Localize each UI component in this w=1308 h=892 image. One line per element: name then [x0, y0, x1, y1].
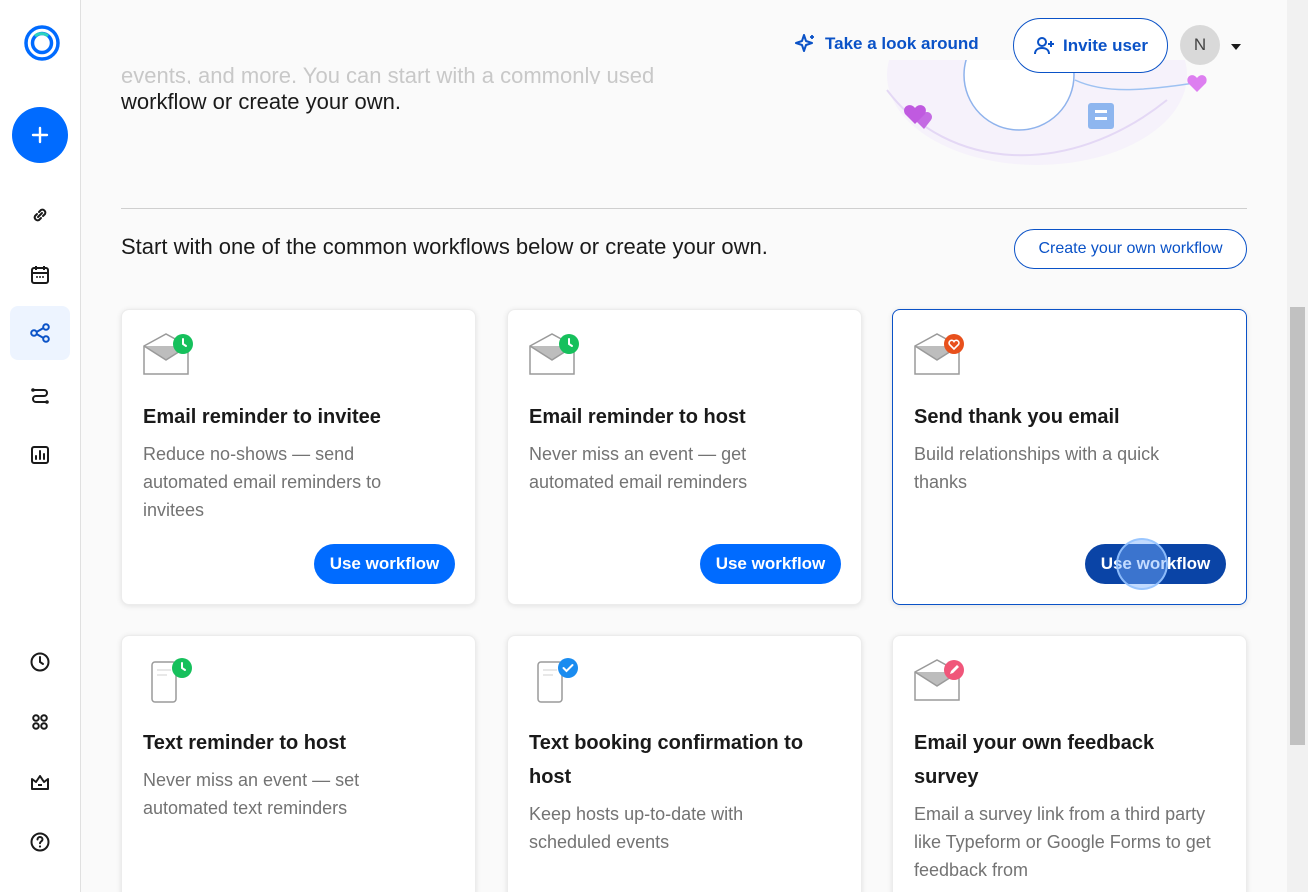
use-workflow-button[interactable]: Use workflow: [1085, 538, 1226, 590]
use-workflow-button[interactable]: Use workflow: [700, 544, 841, 584]
sidebar-item-help[interactable]: [10, 815, 70, 869]
phone-check-icon: [537, 658, 578, 703]
analytics-icon: [31, 446, 49, 464]
invite-label: Invite user: [1062, 35, 1149, 55]
sidebar-item-routing[interactable]: [10, 368, 70, 422]
card-title: Send thank you email: [914, 406, 1120, 428]
top-bar: Take a look around Invite user N: [81, 0, 1287, 82]
sidebar-item-admin[interactable]: [10, 755, 70, 809]
calendar-icon: [31, 266, 49, 284]
workflow-card[interactable]: Text reminder to host Never miss an even…: [121, 635, 476, 892]
take-a-look-around-link[interactable]: Take a look around: [795, 33, 979, 55]
card-title: Email your own feedback survey: [914, 732, 1155, 788]
card-title: Email reminder to host: [529, 406, 746, 428]
calendly-logo[interactable]: [23, 24, 61, 62]
card-title: Email reminder to invitee: [143, 406, 381, 428]
workflow-card[interactable]: Email your own feedback survey Email a s…: [892, 635, 1247, 892]
email-clock-icon: [143, 333, 193, 375]
card-title: Text booking confirmation to host: [529, 732, 804, 788]
workflow-card[interactable]: Email reminder to host Never miss an eve…: [507, 309, 862, 605]
card-description: Reduce no-shows — send automated email r…: [143, 444, 382, 520]
workflow-card[interactable]: Text booking confirmation to host Keep h…: [507, 635, 862, 892]
scrollbar-thumb[interactable]: [1290, 307, 1305, 745]
create-button[interactable]: [12, 107, 68, 163]
email-heart-icon: [914, 333, 964, 375]
apps-icon: [32, 714, 48, 730]
vertical-scrollbar[interactable]: [1287, 0, 1308, 892]
plus-icon: [31, 126, 49, 144]
routing-icon: [31, 388, 49, 404]
use-workflow-button[interactable]: Use workflow: [314, 544, 455, 584]
sparkle-icon: [795, 34, 814, 52]
intro-line: workflow or create your own.: [121, 89, 401, 114]
sidebar-item-integrations[interactable]: [10, 695, 70, 749]
sidebar-item-workflows[interactable]: [10, 306, 70, 360]
sidebar-item-analytics[interactable]: [10, 428, 70, 482]
card-description: Email a survey link from a third party l…: [914, 804, 1211, 880]
card-title: Text reminder to host: [143, 732, 346, 754]
sidebar-item-availability[interactable]: [10, 635, 70, 689]
email-clock-icon: [529, 333, 579, 375]
phone-clock-icon: [151, 658, 192, 703]
sidebar-item-scheduling[interactable]: [10, 188, 70, 242]
email-pencil-icon: [914, 659, 964, 701]
add-user-icon: [1033, 36, 1054, 54]
help-icon: [30, 832, 50, 852]
sidebar: [0, 0, 81, 892]
section-divider: [121, 208, 1247, 209]
avatar[interactable]: N: [1180, 25, 1220, 65]
clock-icon: [30, 652, 50, 672]
crown-icon: [31, 775, 49, 790]
card-description: Never miss an event — set automated text…: [143, 770, 360, 818]
caret-down-icon[interactable]: [1230, 41, 1242, 53]
main-content: events, and more. You can start with a c…: [81, 0, 1287, 892]
invite-user-button[interactable]: Invite user: [1013, 18, 1168, 73]
card-description: Never miss an event — get automated emai…: [529, 444, 748, 492]
link-icon: [33, 208, 47, 222]
create-own-workflow-button[interactable]: Create your own workflow: [1014, 229, 1247, 269]
card-description: Keep hosts up-to-date with scheduled eve…: [529, 804, 744, 852]
workflow-card-selected[interactable]: Send thank you email Build relationships…: [892, 309, 1247, 605]
tour-label: Take a look around: [825, 34, 979, 53]
section-heading: Start with one of the common workflows b…: [121, 234, 768, 259]
button-label: Use workflow: [1100, 554, 1211, 573]
workflow-card[interactable]: Email reminder to invitee Reduce no-show…: [121, 309, 476, 605]
sidebar-item-meetings[interactable]: [10, 248, 70, 302]
workflow-icon: [30, 323, 50, 343]
card-description: Build relationships with a quick thanks: [914, 444, 1160, 492]
